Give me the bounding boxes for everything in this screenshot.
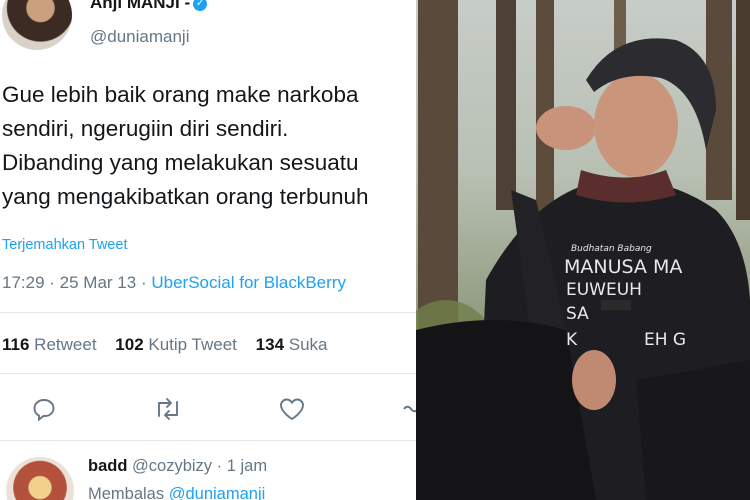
reply-icon[interactable] — [29, 394, 59, 424]
like-count: 134 — [255, 335, 285, 354]
tweet-text-line: yang mengakibatkan orang terbunuh — [2, 184, 369, 209]
quote-label: Kutip Tweet — [148, 335, 237, 354]
tweet-card: Anji MANJI - ✓ @duniamanji Gue lebih baik… — [0, 0, 416, 500]
reply-author-name[interactable]: badd — [88, 457, 127, 475]
divider — [0, 440, 416, 441]
replying-mention-link[interactable]: @duniamanji — [169, 485, 266, 500]
replying-label: Membalas — [88, 485, 165, 500]
tweet-source-link[interactable]: UberSocial for BlackBerry — [151, 273, 346, 292]
verified-badge-icon: ✓ — [193, 0, 208, 11]
share-icon[interactable] — [398, 394, 416, 424]
like-icon[interactable] — [277, 394, 307, 424]
tweet-meta: 17:29 · 25 Mar 13 · UberSocial for Black… — [2, 273, 346, 293]
tweet-text-line: Dibanding yang melakukan sesuatu — [2, 150, 359, 175]
quote-count: 102 — [115, 335, 144, 354]
meta-separator: · — [49, 273, 60, 292]
tweet-time: 17:29 — [2, 273, 45, 292]
reply-tweet[interactable]: badd @cozybizy · 1 jam Membalas @duniama… — [0, 449, 416, 500]
tweet-date[interactable]: 25 Mar 13 — [60, 273, 137, 292]
quote-stat[interactable]: 102 Kutip Tweet — [115, 335, 237, 354]
reply-author: badd @cozybizy · 1 jam — [88, 457, 267, 476]
shirt-text: SA — [566, 304, 589, 324]
shirt-text: EUWEUH — [566, 280, 642, 300]
avatar[interactable] — [2, 0, 72, 50]
display-name[interactable]: Anji MANJI - ✓ — [90, 0, 208, 13]
tweet-actions — [0, 394, 416, 424]
tweet-stats: 116 Retweet 102 Kutip Tweet 134 Suka — [2, 335, 328, 355]
retweet-stat[interactable]: 116 Retweet — [2, 335, 97, 354]
meta-separator: · — [216, 457, 227, 475]
reply-avatar[interactable] — [6, 457, 74, 500]
retweet-label: Retweet — [34, 335, 97, 354]
shirt-text: Budhatan Babang — [571, 244, 652, 254]
reply-time[interactable]: 1 jam — [227, 457, 267, 475]
tweet-text-line: sendiri, ngerugiin diri sendiri. — [2, 116, 289, 141]
tweet-text-line: Gue lebih baik orang make narkoba — [2, 82, 359, 107]
shirt-text: K — [566, 330, 578, 350]
like-stat[interactable]: 134 Suka — [256, 335, 328, 354]
divider — [0, 312, 416, 313]
divider — [0, 373, 416, 374]
user-handle[interactable]: @duniamanji — [90, 27, 189, 47]
replying-to: Membalas @duniamanji — [88, 485, 265, 500]
meta-separator: · — [140, 273, 152, 292]
retweet-icon[interactable] — [153, 394, 183, 424]
tweet-text: Gue lebih baik orang make narkoba sendir… — [2, 78, 416, 214]
translate-tweet-link[interactable]: Terjemahkan Tweet — [2, 237, 127, 253]
display-name-text: Anji MANJI - — [90, 0, 191, 12]
reply-author-handle[interactable]: @cozybizy — [132, 457, 212, 475]
retweet-count: 116 — [2, 335, 30, 354]
shirt-text: MANUSA MA — [564, 256, 683, 278]
like-label: Suka — [288, 335, 328, 354]
shirt-text: EH G — [644, 330, 687, 350]
photo-man-in-forest: Budhatan Babang MANUSA MA EUWEUH SA K EH… — [416, 0, 750, 500]
